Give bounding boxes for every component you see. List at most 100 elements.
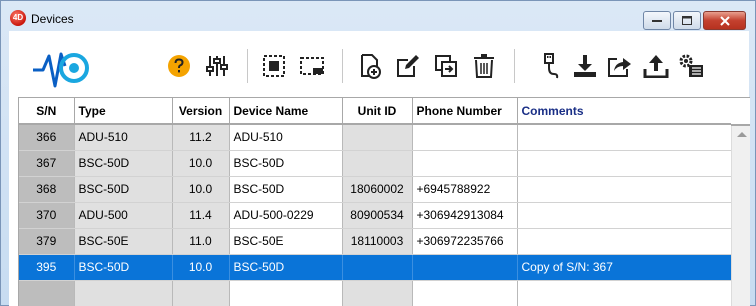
cell-comments (517, 124, 732, 151)
usb-icon (544, 53, 559, 79)
deselect-icon (300, 57, 324, 75)
edit-icon (397, 55, 419, 77)
cell-device-name: BSC-50E (229, 228, 343, 255)
upload-button[interactable] (643, 53, 669, 79)
close-button[interactable] (703, 11, 746, 30)
header-unit-id[interactable]: Unit ID (342, 98, 413, 125)
header-sn[interactable]: S/N (19, 98, 75, 125)
cell-unit-id: 18110003 (342, 228, 413, 255)
cell-sn (19, 280, 75, 306)
cell-type: BSC-50E (74, 228, 173, 255)
sliders-icon (206, 56, 228, 76)
table-header-row: S/N Type Version Device Name Unit ID Pho… (19, 98, 732, 125)
cell-comments (517, 150, 732, 177)
cell-type: ADU-510 (74, 124, 173, 151)
trash-icon (474, 54, 494, 78)
toolbar-separator (342, 49, 343, 83)
header-filler (731, 98, 750, 126)
table-row[interactable]: 370 ADU-500 11.4 ADU-500-0229 80900534 +… (19, 202, 732, 229)
cell-unit-id (342, 254, 413, 281)
deselect-button[interactable] (299, 53, 325, 79)
question-circle-icon (168, 55, 190, 77)
download-icon (574, 55, 596, 77)
select-all-button[interactable] (261, 53, 287, 79)
header-phone-number[interactable]: Phone Number (412, 98, 518, 125)
share-button[interactable] (607, 53, 633, 79)
cell-device-name: ADU-500-0229 (229, 202, 343, 229)
table-row-selected[interactable]: 395 BSC-50D 10.0 BSC-50D Copy of S/N: 36… (19, 254, 732, 281)
cell-device-name: BSC-50D (229, 254, 343, 281)
cell-sn: 368 (19, 176, 75, 203)
table-row[interactable]: 367 BSC-50D 10.0 BSC-50D (19, 150, 732, 177)
table-row[interactable]: 379 BSC-50E 11.0 BSC-50E 18110003 +30697… (19, 228, 732, 255)
table-row-empty[interactable] (19, 280, 732, 306)
cell-type: ADU-500 (74, 202, 173, 229)
gears-list-icon (679, 54, 703, 77)
window-controls (643, 11, 746, 30)
cell-device-name: BSC-50D (229, 176, 343, 203)
window-title: Devices (31, 12, 74, 26)
cell-version: 11.4 (172, 202, 230, 229)
scroll-up-arrow-icon[interactable] (737, 132, 747, 137)
vertical-scrollbar[interactable] (731, 126, 750, 306)
minimize-button[interactable] (643, 11, 671, 30)
new-document-icon (361, 54, 381, 79)
cell-version (172, 280, 230, 306)
cell-comments (517, 202, 732, 229)
cell-phone: +306972235766 (412, 228, 518, 255)
cell-version: 11.2 (172, 124, 230, 151)
cell-unit-id (342, 150, 413, 177)
maximize-button[interactable] (673, 11, 701, 30)
app-4d-icon: 4D (10, 10, 26, 26)
duplicate-device-button[interactable] (433, 53, 459, 79)
cell-sn: 366 (19, 124, 75, 151)
delete-device-button[interactable] (471, 53, 497, 79)
cell-sn: 379 (19, 228, 75, 255)
cell-sn: 367 (19, 150, 75, 177)
cell-type: BSC-50D (74, 150, 173, 177)
settings-button[interactable] (204, 53, 230, 79)
cell-version: 10.0 (172, 254, 230, 281)
maximize-icon (682, 16, 692, 25)
cell-unit-id: 80900534 (342, 202, 413, 229)
header-device-name[interactable]: Device Name (229, 98, 343, 125)
cell-unit-id: 18060002 (342, 176, 413, 203)
select-all-icon (263, 55, 285, 77)
table-row[interactable]: 368 BSC-50D 10.0 BSC-50D 18060002 +69457… (19, 176, 732, 203)
batch-settings-button[interactable] (678, 53, 704, 79)
cell-version: 10.0 (172, 150, 230, 177)
share-icon (608, 58, 631, 77)
toolbar-separator (514, 49, 515, 83)
header-version[interactable]: Version (172, 98, 230, 125)
toolbar-separator (247, 49, 248, 83)
download-button[interactable] (572, 53, 598, 79)
cell-sn: 395 (19, 254, 75, 281)
cell-phone (412, 124, 518, 151)
devices-grid: S/N Type Version Device Name Unit ID Pho… (19, 98, 732, 306)
new-device-button[interactable] (357, 53, 383, 79)
title-bar[interactable]: 4D Devices (1, 1, 755, 31)
cell-phone: +6945788922 (412, 176, 518, 203)
table-row[interactable]: 366 ADU-510 11.2 ADU-510 (19, 124, 732, 151)
help-button[interactable] (166, 53, 192, 79)
cell-comments (517, 176, 732, 203)
cell-comments (517, 228, 732, 255)
devices-table: S/N Type Version Device Name Unit ID Pho… (18, 97, 750, 306)
cell-device-name: ADU-510 (229, 124, 343, 151)
cell-device-name (229, 280, 343, 306)
usb-connect-button[interactable] (536, 53, 562, 79)
cell-comments (517, 280, 732, 306)
devices-window: 4D Devices S/N Type Version Device Name … (0, 0, 756, 306)
edit-device-button[interactable] (395, 53, 421, 79)
app-logo (31, 46, 93, 93)
cell-version: 10.0 (172, 176, 230, 203)
cell-device-name: BSC-50D (229, 150, 343, 177)
header-type[interactable]: Type (74, 98, 173, 125)
cell-sn: 370 (19, 202, 75, 229)
cell-version: 11.0 (172, 228, 230, 255)
waveform-logo-icon (33, 52, 89, 88)
client-area: S/N Type Version Device Name Unit ID Pho… (9, 31, 750, 306)
cell-type: BSC-50D (74, 176, 173, 203)
header-comments[interactable]: Comments (517, 98, 732, 125)
cell-comments: Copy of S/N: 367 (517, 254, 732, 281)
